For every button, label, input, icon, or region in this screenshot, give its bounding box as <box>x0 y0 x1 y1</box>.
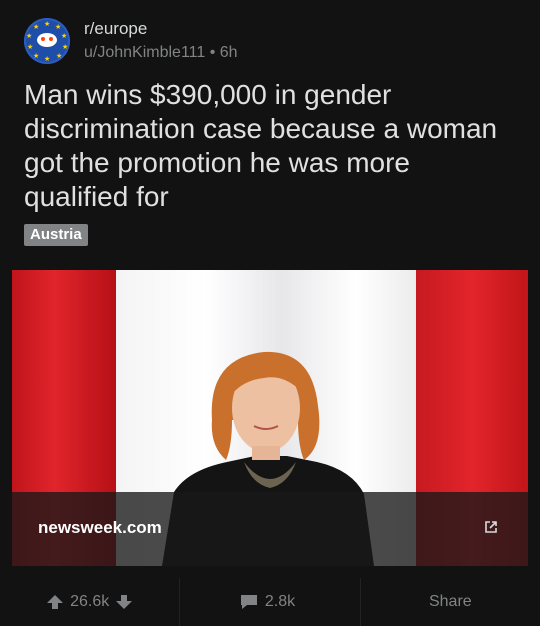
snoo-face <box>37 33 57 47</box>
post-header: ★ ★ ★ ★ ★ ★ ★ ★ ★ ★ r/europe u/JohnKimbl… <box>24 17 238 65</box>
post-meta: r/europe u/JohnKimble111 • 6h <box>84 18 238 64</box>
link-bar[interactable]: newsweek.com <box>12 492 528 566</box>
snoo-eye <box>49 37 53 41</box>
post-title[interactable]: Man wins $390,000 in gender discriminati… <box>24 78 504 214</box>
comment-count: 2.8k <box>264 593 296 610</box>
vote-score: 26.6k <box>70 593 110 610</box>
link-preview[interactable]: newsweek.com <box>12 270 528 566</box>
subreddit-avatar-icon[interactable]: ★ ★ ★ ★ ★ ★ ★ ★ ★ ★ <box>24 18 70 64</box>
upvote-icon[interactable] <box>46 593 64 611</box>
share-button[interactable]: Share <box>361 578 540 626</box>
comment-icon <box>240 595 257 609</box>
link-domain[interactable]: newsweek.com <box>38 518 162 538</box>
post-age: 6h <box>219 44 238 61</box>
share-label: Share <box>428 593 472 610</box>
snoo-eye <box>41 37 45 41</box>
post-flair[interactable]: Austria <box>24 224 88 246</box>
author-name[interactable]: u/JohnKimble111 <box>84 44 205 61</box>
subreddit-name[interactable]: r/europe <box>84 18 238 40</box>
comments-button[interactable]: 2.8k <box>180 578 361 626</box>
vote-controls: 26.6k <box>0 578 181 626</box>
external-link-icon[interactable] <box>484 520 498 534</box>
author-line: u/JohnKimble111 • 6h <box>84 42 238 64</box>
downvote-icon[interactable] <box>115 593 133 611</box>
post-actions: 26.6k 2.8k Share <box>0 578 540 626</box>
meta-separator: • <box>209 44 216 61</box>
